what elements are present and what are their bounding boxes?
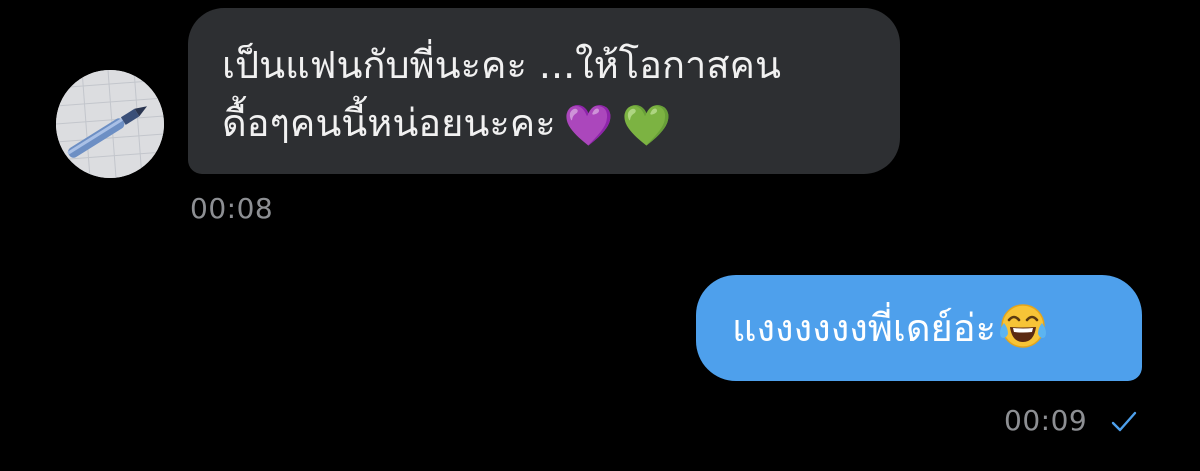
sent-check-icon [1111,411,1137,432]
incoming-message-timestamp: 00:08 [190,192,274,225]
green-heart-emoji-icon: 💚 [621,103,672,149]
incoming-message-bubble[interactable]: เป็นแฟนกับพี่นะคะ ...ให้โอกาสคน ดื้อๆคนน… [188,8,900,174]
incoming-message-line-1: เป็นแฟนกับพี่นะคะ ...ให้โอกาสคน [222,43,781,87]
incoming-message-text: ดื้อๆคนนี้หน่อยนะคะ [222,101,556,145]
outgoing-message-text: แงงงงงงพี่เดย์อ่ะ [732,306,997,350]
chat-view: เป็นแฟนกับพี่นะคะ ...ให้โอกาสคน ดื้อๆคนน… [0,0,1200,471]
tears-of-joy-emoji-icon [1000,304,1047,348]
contact-avatar[interactable] [56,70,164,178]
outgoing-message-timestamp: 00:09 [1004,404,1088,437]
avatar-photo [56,70,164,178]
outgoing-message-bubble[interactable]: แงงงงงงพี่เดย์อ่ะ [696,275,1142,381]
incoming-message-line-2: ดื้อๆคนนี้หน่อยนะคะ 💜 💚 [222,94,870,155]
purple-heart-emoji-icon: 💜 [563,103,614,149]
